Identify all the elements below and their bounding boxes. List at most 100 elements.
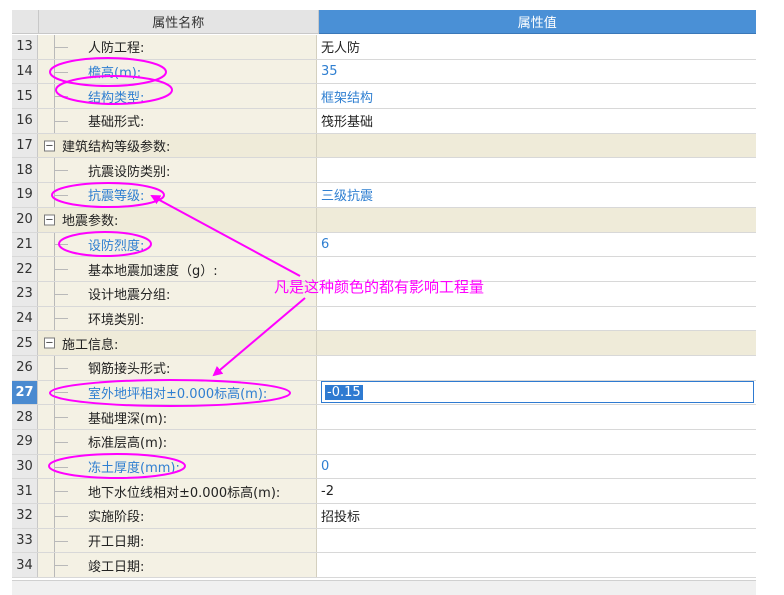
- collapse-toggle-icon[interactable]: −: [44, 337, 55, 349]
- property-name-cell[interactable]: 结构类型:: [38, 84, 317, 109]
- property-value-cell[interactable]: 6: [317, 232, 756, 257]
- row-number[interactable]: 28: [12, 405, 38, 429]
- tree-branch: [54, 565, 68, 567]
- table-row[interactable]: 21 设防烈度: 6: [12, 232, 756, 258]
- table-row[interactable]: 31 地下水位线相对±0.000标高(m): -2: [12, 479, 756, 505]
- property-label: 抗震设防类别:: [88, 164, 171, 180]
- property-name-cell[interactable]: 抗震等级:: [38, 183, 317, 207]
- row-number[interactable]: 24: [12, 306, 38, 331]
- property-name-cell[interactable]: 冻土厚度(mm):: [38, 454, 317, 479]
- table-row[interactable]: 25− 施工信息:: [12, 331, 756, 356]
- property-value-cell[interactable]: [317, 430, 756, 454]
- property-value-cell[interactable]: [317, 331, 756, 355]
- property-value-cell[interactable]: [317, 158, 756, 183]
- property-value-cell[interactable]: 三级抗震: [317, 183, 756, 207]
- property-value-cell[interactable]: 0: [317, 454, 756, 479]
- property-name-cell[interactable]: 实施阶段:: [38, 504, 317, 528]
- table-row[interactable]: 15 结构类型: 框架结构: [12, 84, 756, 110]
- row-number[interactable]: 14: [12, 59, 38, 84]
- property-value-cell[interactable]: 筏形基础: [317, 109, 756, 133]
- row-number[interactable]: 21: [12, 232, 38, 257]
- value-edit-input[interactable]: -0.15: [321, 381, 754, 404]
- tree-branch: [54, 515, 68, 517]
- row-number[interactable]: 30: [12, 454, 38, 479]
- property-name-cell[interactable]: 抗震设防类别:: [38, 158, 317, 183]
- row-number[interactable]: 22: [12, 257, 38, 281]
- group-label: 施工信息:: [62, 337, 119, 353]
- property-name-cell[interactable]: 标准层高(m):: [38, 430, 317, 454]
- table-row[interactable]: 34 竣工日期:: [12, 553, 756, 579]
- table-row[interactable]: 24 环境类别:: [12, 306, 756, 332]
- collapse-toggle-icon[interactable]: −: [44, 140, 55, 152]
- property-name-cell[interactable]: 人防工程:: [38, 35, 317, 59]
- table-row[interactable]: 33 开工日期:: [12, 528, 756, 554]
- table-row[interactable]: 26 钢筋接头形式:: [12, 355, 756, 381]
- property-name-cell[interactable]: 基础形式:: [38, 109, 317, 133]
- tree-branch: [54, 367, 68, 369]
- row-number[interactable]: 31: [12, 479, 38, 504]
- property-value-cell[interactable]: -2: [317, 479, 756, 504]
- property-name-cell[interactable]: 檐高(m):: [38, 59, 317, 84]
- tree-branch: [54, 244, 68, 246]
- property-value-cell[interactable]: 35: [317, 59, 756, 84]
- property-value-cell[interactable]: [317, 528, 756, 553]
- property-name-cell[interactable]: 开工日期:: [38, 528, 317, 553]
- row-number[interactable]: 23: [12, 281, 38, 306]
- row-number[interactable]: 13: [12, 35, 38, 59]
- property-label: 冻土厚度(mm):: [88, 461, 180, 477]
- row-number[interactable]: 26: [12, 355, 38, 380]
- table-row[interactable]: 14 檐高(m): 35: [12, 59, 756, 85]
- group-label: 建筑结构等级参数:: [62, 140, 171, 156]
- property-value-cell[interactable]: [317, 207, 756, 232]
- property-name-cell[interactable]: 竣工日期:: [38, 553, 317, 578]
- property-name-cell[interactable]: 室外地坪相对±0.000标高(m):: [38, 380, 317, 405]
- table-row[interactable]: 28 基础埋深(m):: [12, 405, 756, 430]
- row-number[interactable]: 27: [12, 380, 38, 405]
- property-name-cell[interactable]: 基础埋深(m):: [38, 405, 317, 429]
- tree-branch: [54, 491, 68, 493]
- table-row[interactable]: 30 冻土厚度(mm): 0: [12, 454, 756, 480]
- row-number[interactable]: 25: [12, 331, 38, 355]
- property-value-cell[interactable]: [317, 306, 756, 331]
- row-number[interactable]: 18: [12, 158, 38, 183]
- row-number[interactable]: 15: [12, 84, 38, 109]
- collapse-toggle-icon[interactable]: −: [44, 214, 55, 226]
- property-name-cell[interactable]: − 建筑结构等级参数:: [38, 133, 317, 158]
- tree-branch: [54, 318, 68, 320]
- table-row[interactable]: 19 抗震等级: 三级抗震: [12, 183, 756, 208]
- property-label: 人防工程:: [88, 41, 145, 57]
- property-name-cell[interactable]: 地下水位线相对±0.000标高(m):: [38, 479, 317, 504]
- property-name-cell[interactable]: − 施工信息:: [38, 331, 317, 355]
- property-value-cell[interactable]: [317, 405, 756, 429]
- property-value-cell[interactable]: -0.15: [317, 380, 756, 405]
- property-value-cell[interactable]: 框架结构: [317, 84, 756, 109]
- table-row[interactable]: 17− 建筑结构等级参数:: [12, 133, 756, 159]
- row-number[interactable]: 16: [12, 109, 38, 133]
- row-number[interactable]: 29: [12, 430, 38, 454]
- property-value-cell[interactable]: 无人防: [317, 35, 756, 59]
- property-value-cell[interactable]: [317, 355, 756, 380]
- property-value-cell[interactable]: 招投标: [317, 504, 756, 528]
- property-name-cell[interactable]: 环境类别:: [38, 306, 317, 331]
- row-number[interactable]: 34: [12, 553, 38, 578]
- table-row[interactable]: 29 标准层高(m):: [12, 430, 756, 455]
- header-property-name[interactable]: 属性名称: [38, 10, 319, 34]
- header-property-value[interactable]: 属性值: [318, 10, 756, 34]
- property-value-cell[interactable]: [317, 553, 756, 578]
- row-number[interactable]: 17: [12, 133, 38, 158]
- row-number[interactable]: 19: [12, 183, 38, 207]
- table-row[interactable]: 18 抗震设防类别:: [12, 158, 756, 184]
- row-number[interactable]: 32: [12, 504, 38, 528]
- property-name-cell[interactable]: − 地震参数:: [38, 207, 317, 232]
- table-row[interactable]: 27 室外地坪相对±0.000标高(m): -0.15: [12, 380, 756, 406]
- table-row[interactable]: 13 人防工程: 无人防: [12, 35, 756, 60]
- table-row[interactable]: 20− 地震参数:: [12, 207, 756, 233]
- row-number[interactable]: 33: [12, 528, 38, 553]
- property-name-cell[interactable]: 设防烈度:: [38, 232, 317, 257]
- property-name-cell[interactable]: 钢筋接头形式:: [38, 355, 317, 380]
- property-value-cell[interactable]: [317, 133, 756, 158]
- table-row[interactable]: 32 实施阶段: 招投标: [12, 504, 756, 529]
- property-value: 0: [321, 459, 330, 475]
- row-number[interactable]: 20: [12, 207, 38, 232]
- table-row[interactable]: 16 基础形式: 筏形基础: [12, 109, 756, 134]
